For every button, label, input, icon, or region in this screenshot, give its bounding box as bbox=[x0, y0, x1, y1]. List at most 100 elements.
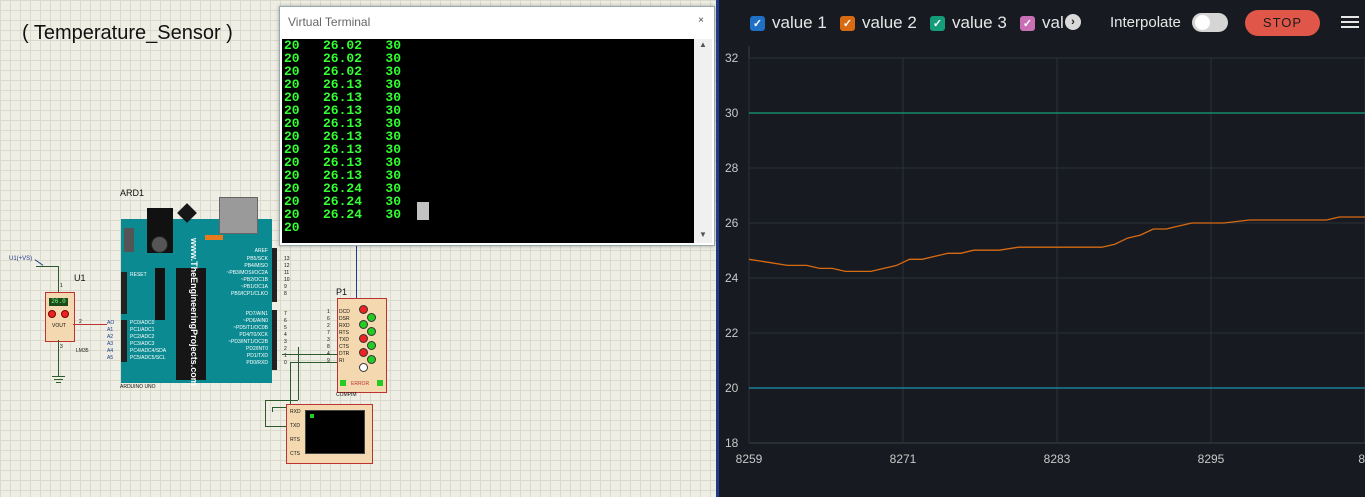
y-tick-label: 22 bbox=[725, 326, 739, 340]
compim-pin-num: 9 bbox=[327, 358, 330, 364]
arduino-digital-pin-num: 7 bbox=[284, 311, 287, 317]
reset-strip bbox=[121, 272, 127, 314]
compim-pin-label: RI bbox=[339, 358, 344, 364]
arduino-digital-pin-num: 12 bbox=[284, 263, 290, 269]
arduino-digital-pin-label: ~PD6/AIN0 bbox=[242, 318, 268, 324]
y-tick-label: 24 bbox=[725, 271, 739, 285]
arduino-digital-pin-label: ~PD3/INT1/OC2B bbox=[228, 339, 268, 345]
legend-item[interactable]: ✓ val bbox=[1020, 12, 1064, 34]
arduino-digital-pin-num: 10 bbox=[284, 277, 290, 283]
arduino-analog-pin: A4 bbox=[107, 348, 114, 354]
legend-checkbox[interactable]: ✓ bbox=[1020, 15, 1035, 31]
x-tick-label: 83 bbox=[1358, 452, 1365, 466]
chevron-right-icon[interactable]: › bbox=[1065, 14, 1081, 30]
arduino-digital-pin-label: PD2/INT0 bbox=[246, 346, 268, 352]
sensor-temp-display: 26.0 bbox=[49, 298, 68, 306]
vt-title: Virtual Terminal bbox=[288, 15, 371, 29]
vt-component-pin: CTS bbox=[290, 451, 300, 457]
arduino-digital-pin-num: 3 bbox=[284, 339, 287, 345]
analog-strip bbox=[121, 320, 127, 362]
vt-lines: 20 26.02 30 20 26.02 30 20 26.02 30 20 26.1… bbox=[282, 39, 694, 234]
legend-checkbox[interactable]: ✓ bbox=[930, 15, 945, 31]
legend-checkbox[interactable]: ✓ bbox=[840, 15, 855, 31]
legend-item[interactable]: ✓ value 1 bbox=[750, 12, 827, 34]
arduino-digital-pin-label: PD0/RXD bbox=[246, 360, 268, 366]
sensor-pin3: 3 bbox=[60, 344, 63, 350]
legend-label: value 2 bbox=[862, 13, 917, 32]
compim-pin-num: 2 bbox=[327, 323, 330, 329]
digital-strip-bottom bbox=[272, 310, 277, 370]
vt-output[interactable]: 20 26.02 30 20 26.02 30 20 26.02 30 20 26.1… bbox=[282, 39, 694, 243]
vt-scroll-up-icon[interactable]: ▲ bbox=[696, 40, 710, 52]
vt-scroll-thumb[interactable] bbox=[417, 202, 429, 220]
arduino-analog-pin: A5 bbox=[107, 355, 114, 361]
compim-led-dsr bbox=[367, 313, 376, 322]
arduino-analog-pin-label: PC1/ADC1 bbox=[130, 327, 155, 333]
vt-component-pin: RXD bbox=[290, 409, 301, 415]
arduino-digital-pin-label: ~PB1/OC1A bbox=[240, 284, 268, 290]
arduino-digital-pin-label: ~PD5/T1/OC0B bbox=[233, 325, 268, 331]
arduino-analog-pin: A3 bbox=[107, 341, 114, 347]
compim-part: COMPIM bbox=[336, 392, 357, 398]
compim-led-cts bbox=[367, 341, 376, 350]
reset-pin-label: RESET bbox=[130, 272, 147, 278]
virtual-terminal-window[interactable]: Virtual Terminal × 20 26.02 30 20 26.02 3… bbox=[279, 6, 715, 246]
schematic-canvas[interactable]: ( Temperature_Sensor ) U1(+VS) U1 1 26.0… bbox=[0, 0, 719, 497]
legend-checkbox[interactable]: ✓ bbox=[750, 15, 765, 31]
vcc-arrow bbox=[34, 259, 44, 266]
compim-pin-num: 8 bbox=[327, 344, 330, 350]
arduino-digital-pin-label: PD1/TXD bbox=[246, 353, 268, 359]
wire-h3 bbox=[265, 400, 298, 401]
vt-line: 20 26.24 30 bbox=[284, 207, 402, 222]
arduino-digital-pin-label: PB4/MISO bbox=[244, 263, 268, 269]
sensor-gnd-wire bbox=[58, 340, 59, 376]
compim-led-rxd bbox=[359, 320, 368, 329]
compim-pin-label: CTS bbox=[339, 344, 349, 350]
sensor-up-button[interactable] bbox=[61, 310, 69, 318]
arduino-digital-pin-label: PD7/AIN1 bbox=[245, 311, 268, 317]
gnd-symbol-3 bbox=[56, 382, 61, 383]
compim-pin-label: TXD bbox=[339, 337, 349, 343]
vt-scroll-down-icon[interactable]: ▼ bbox=[696, 230, 710, 242]
compim-pin-label: DCD bbox=[339, 309, 350, 315]
serial-plotter: 18 20 22 24 26 28 30 32 8259 8271 8283 8295 83 ✓ val… bbox=[719, 0, 1365, 497]
compim-status-led bbox=[340, 380, 346, 386]
sensor-down-button[interactable] bbox=[48, 310, 56, 318]
interpolate-toggle-knob bbox=[1195, 15, 1210, 30]
compim-pin-label: DTR bbox=[339, 351, 350, 357]
sensor-part: LM35 bbox=[76, 348, 89, 354]
stop-button[interactable]: STOP bbox=[1245, 10, 1320, 36]
schematic-title: ( Temperature_Sensor ) bbox=[22, 22, 233, 44]
vt-titlebar[interactable]: Virtual Terminal × bbox=[280, 7, 714, 35]
y-tick-label: 20 bbox=[725, 381, 739, 395]
vt-close-button[interactable]: × bbox=[694, 14, 708, 28]
sensor-pin-label: VOUT bbox=[52, 323, 66, 329]
compim-pin-label: DSR bbox=[339, 316, 350, 322]
arduino-digital-pin-num: 2 bbox=[284, 346, 287, 352]
y-tick-label: 32 bbox=[725, 51, 739, 65]
hamburger-menu-icon[interactable] bbox=[1341, 14, 1359, 30]
arduino-analog-pin-label: PC4/ADC4/SDA bbox=[130, 348, 167, 354]
plot-area: 18 20 22 24 26 28 30 32 8259 8271 8283 8295 83 bbox=[725, 46, 1365, 466]
arduino-digital-pin-label: ~PB3/MOSI/OC2A bbox=[226, 270, 268, 276]
sensor-ref: U1 bbox=[74, 273, 86, 283]
arduino-analog-pin-label: PC2/ADC2 bbox=[130, 334, 155, 340]
arduino-reset-cap bbox=[151, 236, 168, 253]
wire-v5 bbox=[272, 407, 273, 412]
legend-item[interactable]: ✓ value 2 bbox=[840, 12, 917, 34]
arduino-digital-pin-label: PB5/SCK bbox=[246, 256, 268, 262]
vt-scrollbar[interactable] bbox=[694, 39, 712, 243]
y-tick-label: 26 bbox=[725, 216, 739, 230]
compim-error-label: ERROR bbox=[351, 381, 370, 387]
compim-pin-num: 4 bbox=[327, 351, 330, 357]
arduino-analog-pin-label: PC5/ADC5/SCL bbox=[130, 355, 166, 361]
arduino-digital-pin-num: 9 bbox=[284, 284, 287, 290]
y-tick-label: 30 bbox=[725, 106, 739, 120]
legend-item[interactable]: ✓ value 3 bbox=[930, 12, 1007, 34]
arduino-analog-pin-label: PC3/ADC3 bbox=[130, 341, 155, 347]
compim-pin-num: 6 bbox=[327, 316, 330, 322]
legend-label: value 3 bbox=[952, 13, 1007, 32]
wire-v1 bbox=[298, 347, 299, 400]
arduino-analog-pin: A2 bbox=[107, 334, 114, 340]
legend-label: val bbox=[1042, 13, 1064, 32]
